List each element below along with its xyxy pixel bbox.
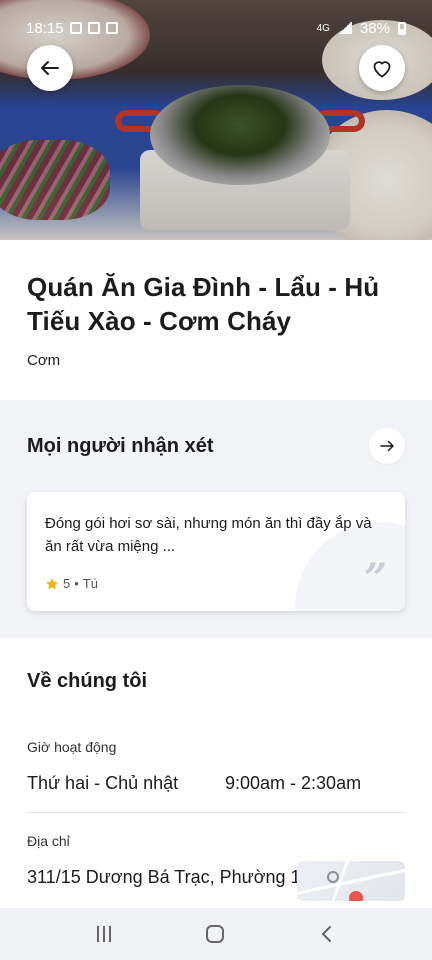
address-row: 311/15 Dương Bá Trạc, Phường 1, [27,861,405,901]
back-button[interactable] [27,45,73,91]
favorite-button[interactable] [359,45,405,91]
system-back-button[interactable] [319,925,335,943]
review-text: Đóng gói hơi sơ sài, nhưng món ăn thì đầ… [45,515,372,555]
hours-days: Thứ hai - Chủ nhật [27,773,179,793]
restaurant-name: Quán Ăn Gia Đình - Lẩu - Hủ Tiếu Xào - C… [27,272,380,336]
signal-icon [337,22,352,34]
reviews-title: Mọi người nhận xét [27,434,214,457]
recent-apps-button[interactable] [97,926,112,942]
review-meta: 5 • Tú [45,576,98,591]
map-pin-icon [349,891,363,901]
home-button[interactable] [205,925,224,943]
chevron-left-icon [321,926,331,942]
review-separator: • [74,576,79,591]
restaurant-header: Quán Ăn Gia Đình - Lẩu - Hủ Tiếu Xào - C… [0,240,432,400]
review-rating: 5 [63,576,71,591]
hours-row: Thứ hai - Chủ nhật 9:00am - 2:30am [27,773,405,794]
restaurant-category: Cơm [27,352,61,369]
notification-icon [105,22,118,34]
address-label: Địa chỉ [27,833,70,849]
map-thumbnail[interactable] [297,861,405,901]
star-icon [45,577,59,591]
heart-outline-icon [373,61,391,78]
system-nav-bar [0,908,432,960]
battery-percent: 38% [359,19,390,37]
review-author: Tú [82,576,98,591]
hours-label: Giờ hoạt động [27,739,117,755]
status-bar: 18:15 4G 38% [0,0,432,44]
notification-icon [69,22,82,34]
review-card[interactable]: Đóng gói hơi sơ sài, nhưng món ăn thì đầ… [27,492,405,611]
battery-icon [398,21,406,35]
notification-icon [87,22,100,34]
about-title: Về chúng tôi [27,670,147,692]
hours-time: 9:00am - 2:30am [225,773,362,793]
about-section: Về chúng tôi Giờ hoạt động Thứ hai - Chủ… [0,638,432,908]
map-search-icon [327,871,339,883]
arrow-left-icon [41,61,59,75]
arrow-right-icon [380,440,394,452]
network-label: 4G [316,22,330,34]
address-text: 311/15 Dương Bá Trạc, Phường 1, [27,867,306,887]
reviews-section: Mọi người nhận xét Đóng gói hơi sơ sài, … [0,400,432,638]
reviews-more-button[interactable] [369,428,405,464]
divider [27,812,405,813]
status-time: 18:15 [26,19,64,37]
quote-icon: ” [363,555,387,602]
